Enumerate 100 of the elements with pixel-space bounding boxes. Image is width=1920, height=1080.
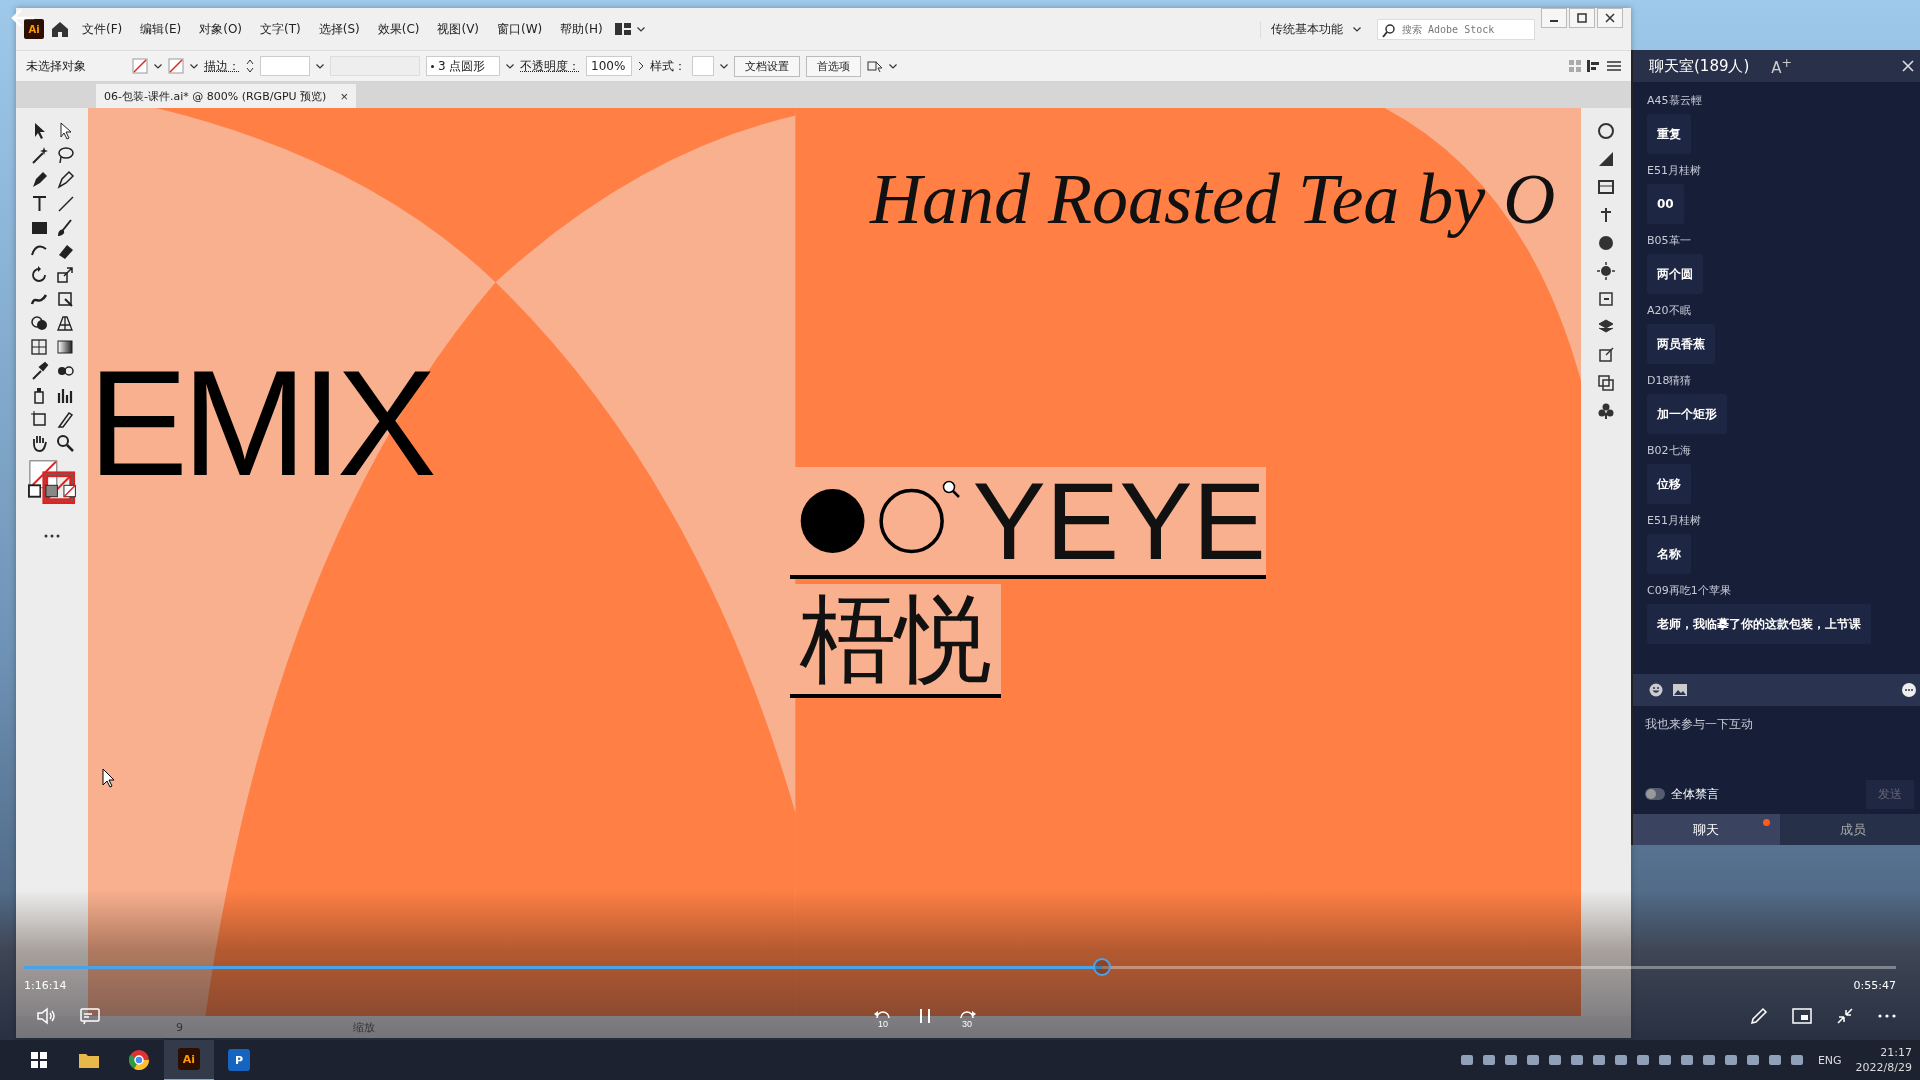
tray-icon[interactable] xyxy=(1459,1053,1474,1067)
brush-dropdown[interactable]: 3 点圆形 xyxy=(426,56,500,76)
shape-builder-icon[interactable] xyxy=(29,313,49,333)
emoji-icon[interactable] xyxy=(1649,683,1663,697)
image-icon[interactable] xyxy=(1673,684,1687,696)
tray-icon[interactable] xyxy=(1547,1053,1562,1067)
caret-icon[interactable] xyxy=(154,63,162,69)
mute-all-toggle[interactable] xyxy=(1645,788,1665,800)
caret-icon[interactable] xyxy=(889,63,897,69)
subtitles-icon[interactable] xyxy=(80,1007,100,1025)
panel-icon[interactable] xyxy=(1597,178,1615,196)
panel-icon[interactable] xyxy=(1597,262,1615,280)
paintbrush-icon[interactable] xyxy=(55,217,75,237)
menu-item[interactable]: 文字(T) xyxy=(254,17,307,41)
lasso-icon[interactable] xyxy=(55,145,75,165)
panel-icon[interactable] xyxy=(1597,150,1615,168)
chevron-right-icon[interactable] xyxy=(638,61,644,71)
tray-icon[interactable] xyxy=(1789,1053,1804,1067)
color-mode-icon[interactable] xyxy=(28,484,42,498)
style-swatch[interactable] xyxy=(692,56,714,76)
workspace-switcher[interactable]: 传统基本功能 xyxy=(1271,20,1343,38)
scale-icon[interactable] xyxy=(55,265,75,285)
panel-icon[interactable] xyxy=(1597,402,1615,420)
tab-close-button[interactable]: × xyxy=(340,88,348,104)
menu-item[interactable]: 选择(S) xyxy=(312,17,366,41)
maximize-button[interactable] xyxy=(1569,8,1595,28)
message-input[interactable]: 我也来参与一下互动 xyxy=(1633,706,1920,776)
menu-item[interactable]: 视图(V) xyxy=(431,17,486,41)
curvature-pen-icon[interactable] xyxy=(55,169,75,189)
tray-icon[interactable] xyxy=(1745,1053,1760,1067)
spinner-icon[interactable] xyxy=(246,58,254,74)
stroke-swatch-icon[interactable] xyxy=(168,58,184,74)
tray-icon[interactable] xyxy=(1591,1053,1606,1067)
language-indicator[interactable]: ENG xyxy=(1817,1053,1842,1067)
caret-icon[interactable] xyxy=(720,63,728,69)
home-icon[interactable] xyxy=(50,20,70,38)
panel-icon[interactable] xyxy=(1597,346,1615,364)
perspective-grid-icon[interactable] xyxy=(55,313,75,333)
pause-icon[interactable] xyxy=(919,1008,931,1024)
tray-icon[interactable] xyxy=(1613,1053,1628,1067)
layout-icon[interactable] xyxy=(614,23,631,35)
align-icon[interactable] xyxy=(1587,60,1601,72)
panel-icon[interactable] xyxy=(1597,122,1615,140)
menu-item[interactable]: 对象(O) xyxy=(193,17,249,41)
pen-icon[interactable] xyxy=(1750,1007,1768,1025)
tray-icon[interactable] xyxy=(1525,1053,1540,1067)
zoom-icon[interactable] xyxy=(55,433,75,453)
menu-item[interactable]: 帮助(H) xyxy=(554,17,609,41)
clock-time[interactable]: 21:17 xyxy=(1880,1045,1912,1060)
taskbar-app[interactable]: Ai xyxy=(178,1048,200,1070)
panel-tab[interactable]: 聊天 xyxy=(1633,814,1780,845)
menu-item[interactable]: 窗口(W) xyxy=(491,17,549,41)
search-field[interactable]: 搜索 Adobe Stock xyxy=(1377,18,1535,40)
mesh-icon[interactable] xyxy=(29,337,49,357)
folder-icon[interactable] xyxy=(79,1052,99,1068)
tray-icon[interactable] xyxy=(1569,1053,1584,1067)
menu-item[interactable]: 编辑(E) xyxy=(134,17,188,41)
minimize-button[interactable] xyxy=(1541,8,1567,28)
tray-icon[interactable] xyxy=(1481,1053,1496,1067)
toolbar-button[interactable]: 首选项 xyxy=(806,55,861,77)
transform-icon[interactable] xyxy=(867,59,883,73)
tray-icon[interactable] xyxy=(1679,1053,1694,1067)
menu-item[interactable]: 效果(C) xyxy=(371,17,426,41)
tray-icon[interactable] xyxy=(1767,1053,1782,1067)
windows-logo-icon[interactable] xyxy=(31,1052,47,1068)
taskbar-app[interactable]: P xyxy=(228,1049,250,1071)
list-menu-icon[interactable] xyxy=(1607,60,1621,72)
gradient-mode-icon[interactable] xyxy=(45,484,59,498)
more-tools-icon[interactable] xyxy=(44,534,60,538)
font-size-button[interactable]: A$^{+}$ xyxy=(1771,55,1793,77)
progress-handle[interactable] xyxy=(1093,958,1112,976)
rotate-icon[interactable] xyxy=(29,265,49,285)
opacity-field[interactable]: 100% xyxy=(586,56,632,76)
caret-icon[interactable] xyxy=(190,63,198,69)
tray-icon[interactable] xyxy=(1723,1053,1738,1067)
more-icon[interactable] xyxy=(1902,683,1916,697)
none-mode-icon[interactable] xyxy=(62,484,76,498)
gradient-icon[interactable] xyxy=(55,337,75,357)
panel-icon[interactable] xyxy=(1597,234,1615,252)
tray-icon[interactable] xyxy=(1503,1053,1518,1067)
panel-icon[interactable] xyxy=(1597,290,1615,308)
caret-icon[interactable] xyxy=(636,26,645,32)
forward-button[interactable]: 30 xyxy=(955,1003,979,1029)
rewind-button[interactable]: 10 xyxy=(871,1003,895,1029)
close-icon[interactable] xyxy=(1902,60,1914,72)
tray-icon[interactable] xyxy=(1657,1053,1672,1067)
caret-icon[interactable] xyxy=(506,63,514,69)
clock-date[interactable]: 2022/8/29 xyxy=(1855,1060,1912,1075)
caret-icon[interactable] xyxy=(316,63,324,69)
free-transform-icon[interactable] xyxy=(55,289,75,309)
app-logo[interactable]: Ai xyxy=(24,19,44,39)
menu-item[interactable]: 文件(F) xyxy=(76,17,129,41)
picture-in-picture-icon[interactable] xyxy=(1792,1008,1812,1024)
panel-tab[interactable]: 成员 xyxy=(1779,814,1920,845)
toolbar-button[interactable]: 文档设置 xyxy=(734,55,800,77)
caret-icon[interactable] xyxy=(1353,26,1361,32)
stroke-width-field[interactable] xyxy=(260,56,310,76)
document-tab[interactable]: 06-包装-课件.ai* @ 800% (RGB/GPU 预览) × xyxy=(96,84,356,108)
browser-icon[interactable] xyxy=(129,1050,149,1070)
panel-icon[interactable] xyxy=(1597,374,1615,392)
